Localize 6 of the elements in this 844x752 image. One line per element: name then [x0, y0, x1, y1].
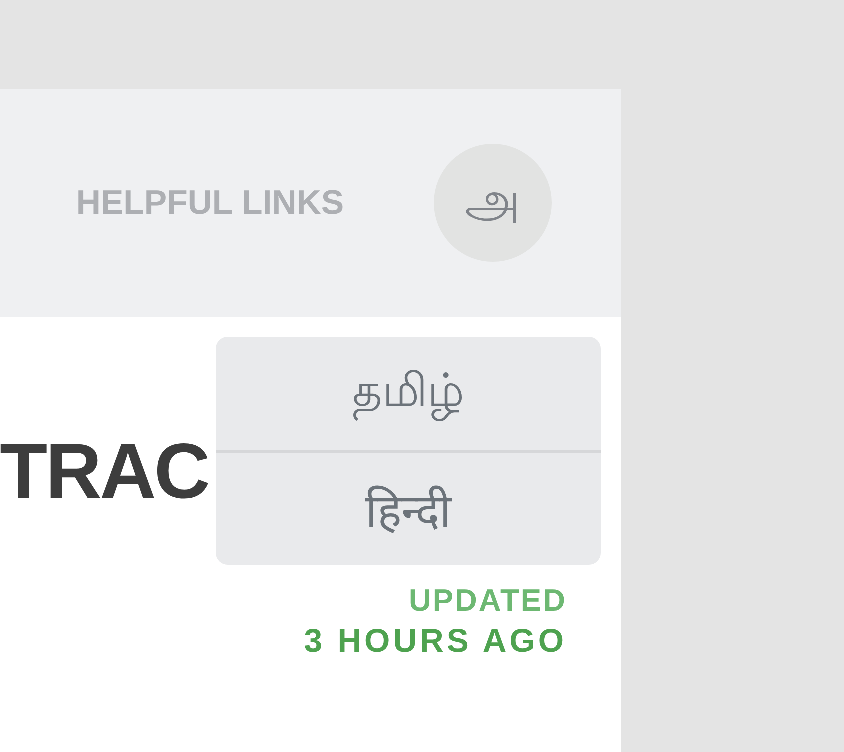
updated-label: UPDATED	[408, 582, 567, 620]
language-option[interactable]: हिन्दी	[216, 452, 601, 565]
page-title: TRAC	[0, 432, 209, 510]
updated-time: 3 HOURS AGO	[304, 621, 567, 661]
language-option[interactable]: தமிழ்	[216, 337, 601, 450]
language-button[interactable]: அ	[434, 144, 552, 262]
